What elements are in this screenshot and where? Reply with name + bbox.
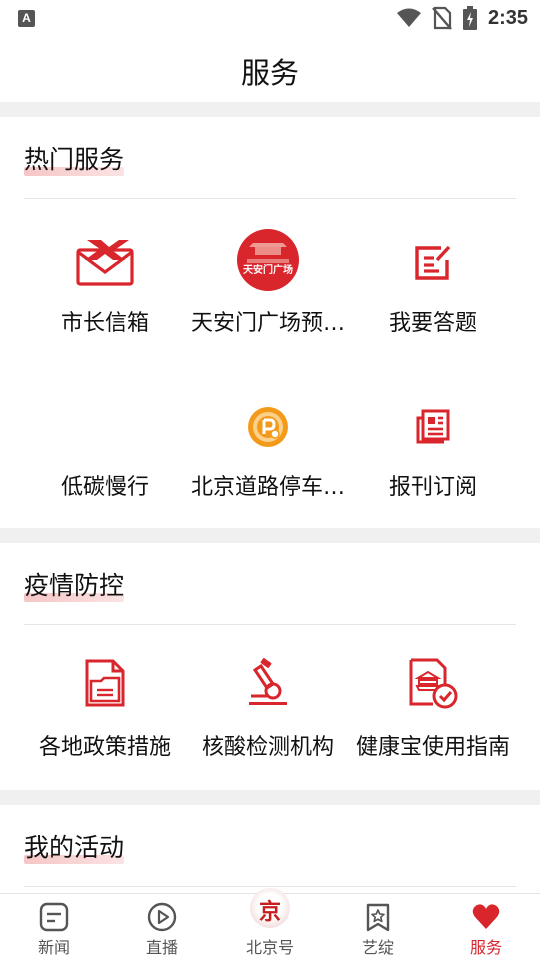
service-health-kit-guide[interactable]: 健康宝使用指南 [343, 655, 523, 805]
tiananmen-icon-text: 天安门广场 [243, 265, 293, 276]
battery-icon [462, 6, 477, 30]
tab-label: 艺绽 [361, 938, 394, 957]
service-label: 天安门广场预… [190, 311, 345, 336]
service-label: 我要答题 [388, 311, 477, 336]
section-title: 我的活动 [24, 828, 125, 864]
service-local-policies[interactable]: 各地政策措施 [15, 655, 195, 805]
tab-label: 新闻 [37, 938, 70, 957]
service-answer-quiz[interactable]: 我要答题 [343, 231, 523, 381]
tab-label: 直播 [145, 938, 178, 957]
newspaper-icon [401, 395, 465, 459]
heart-icon [472, 904, 500, 929]
section-hot-services: 热门服务 市长信箱 天安门广场 天安门广场预… 我要答题 低碳慢行 北京道路停车… [0, 117, 540, 528]
service-label: 低碳慢行 [60, 475, 149, 500]
status-icons: 2:35 [396, 6, 528, 30]
star-bookmark-icon [366, 903, 390, 932]
service-low-carbon[interactable]: 低碳慢行 [15, 395, 195, 545]
wifi-icon [396, 8, 421, 27]
service-label: 各地政策措施 [38, 735, 171, 760]
tab-label: 服务 [469, 938, 502, 957]
notification-icon: A [18, 10, 35, 27]
section-title: 疫情防控 [24, 566, 125, 602]
microscope-icon [243, 655, 293, 711]
beijing-logo-icon: 京 [250, 888, 290, 928]
service-tiananmen-reservation[interactable]: 天安门广场 天安门广场预… [178, 229, 358, 381]
service-label: 北京道路停车… [190, 475, 345, 500]
tab-label: 北京号 [245, 938, 294, 957]
divider [24, 198, 516, 199]
tiananmen-icon: 天安门广场 [237, 229, 299, 291]
status-bar: A 2:35 [0, 0, 540, 36]
divider [24, 886, 516, 887]
beijing-logo-text: 京 [258, 899, 281, 925]
divider [24, 624, 516, 625]
no-sim-icon [432, 6, 452, 30]
service-label: 市长信箱 [60, 311, 149, 336]
section-title: 热门服务 [24, 140, 125, 176]
parking-icon [236, 395, 300, 459]
service-label: 健康宝使用指南 [355, 735, 510, 760]
tab-live[interactable]: 直播 [108, 894, 216, 960]
document-icon [80, 655, 130, 711]
answer-icon [401, 231, 465, 295]
service-label: 核酸检测机构 [201, 735, 334, 760]
health-guide-icon [406, 655, 460, 711]
tab-beijing-hao[interactable]: 京 北京号 [216, 888, 324, 960]
mail-icon [73, 231, 137, 295]
section-my-activities: 我的活动 [0, 805, 540, 895]
tab-services[interactable]: 服务 [432, 894, 540, 960]
page-header: 服务 [0, 36, 540, 102]
tab-yizhan[interactable]: 艺绽 [324, 894, 432, 960]
service-road-parking[interactable]: 北京道路停车… [178, 395, 358, 545]
service-label: 报刊订阅 [388, 475, 477, 500]
tab-news[interactable]: 新闻 [0, 894, 108, 960]
service-newspaper-subscription[interactable]: 报刊订阅 [343, 395, 523, 545]
blank-icon [73, 395, 137, 459]
status-time: 2:35 [487, 6, 528, 29]
service-nucleic-test-sites[interactable]: 核酸检测机构 [178, 655, 358, 805]
service-mayor-mailbox[interactable]: 市长信箱 [15, 231, 195, 381]
news-icon [39, 902, 69, 932]
section-epidemic-control: 疫情防控 各地政策措施 核酸检测机构 健康宝使用指南 [0, 543, 540, 790]
bottom-tab-bar: 新闻 直播 京 北京号 艺绽 服务 [0, 888, 540, 960]
live-icon [147, 902, 177, 932]
page-title: 服务 [240, 56, 299, 90]
